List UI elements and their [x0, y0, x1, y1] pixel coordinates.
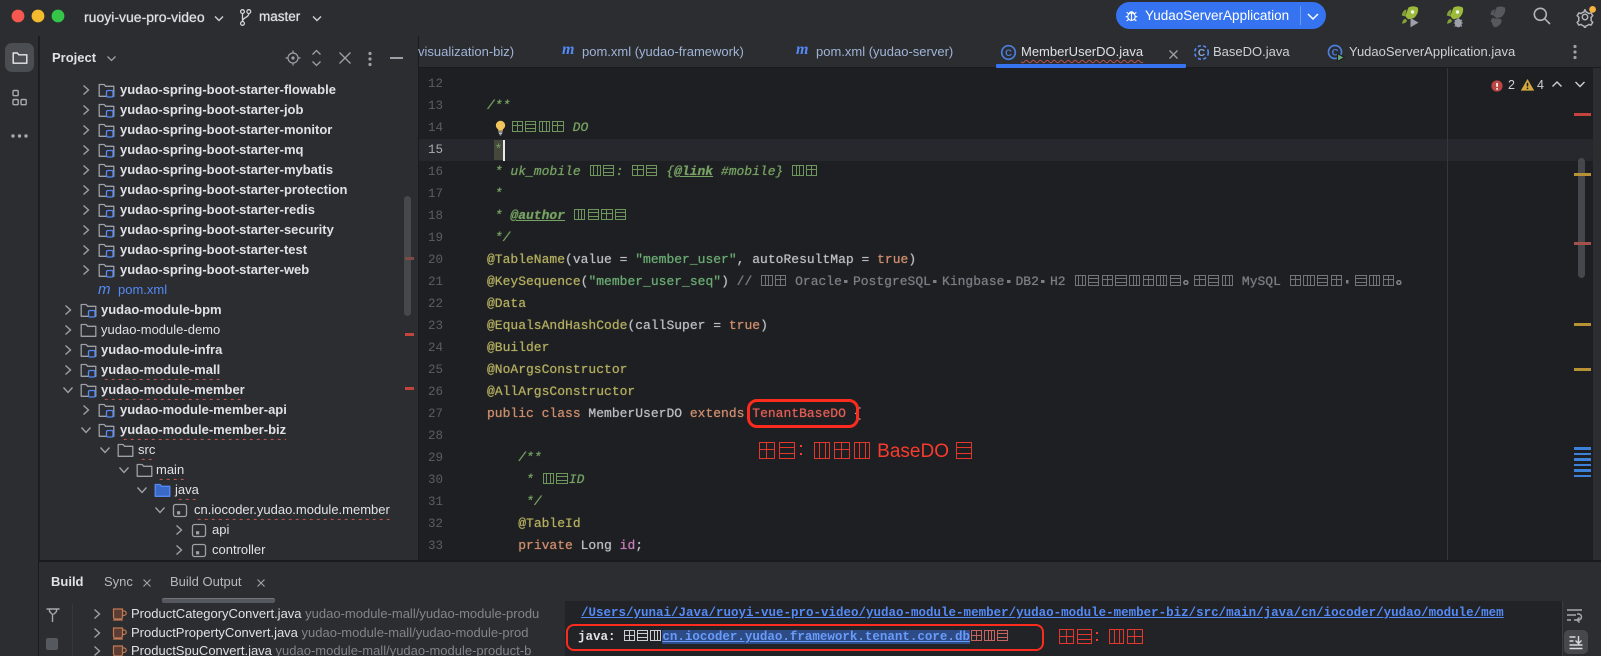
svg-text:C: C: [1005, 48, 1012, 59]
svg-text:C: C: [1198, 48, 1205, 59]
